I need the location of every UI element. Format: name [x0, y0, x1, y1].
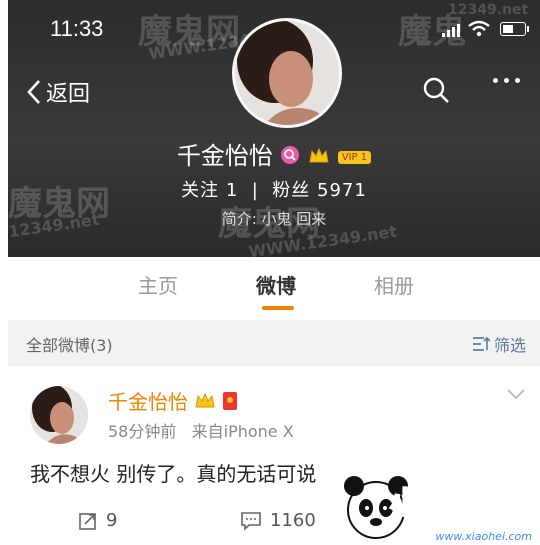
tab-weibo[interactable]: 微博: [256, 270, 296, 299]
profile-header: 魔鬼网 WWW.12349.net 魔鬼 12349.net 魔鬼网 12349…: [8, 0, 540, 257]
filter-icon: [472, 336, 490, 351]
filter-label: 筛选: [493, 336, 526, 355]
post-author-row: 千金怡怡: [108, 386, 238, 415]
comment-button[interactable]: 1160: [240, 510, 316, 531]
all-posts-label[interactable]: 全部微博(3): [26, 332, 113, 356]
vip-level-badge: VIP 1: [337, 150, 372, 164]
search-icon[interactable]: [422, 76, 450, 104]
fans-label[interactable]: 粉丝: [272, 180, 310, 201]
tab-album[interactable]: 相册: [374, 270, 414, 299]
profile-stats: 关注 1 | 粉丝 5971: [181, 180, 367, 201]
filter-button[interactable]: 筛选: [472, 332, 526, 356]
wifi-icon: [468, 20, 490, 37]
filter-bar: 全部微博(3) 筛选: [8, 320, 540, 366]
vip-crown-icon: [308, 143, 330, 171]
repost-count: 9: [106, 510, 118, 531]
more-icon[interactable]: [493, 78, 520, 83]
corner-logo-url: www.xiaohei.com: [435, 530, 532, 543]
profile-tabs: 主页 微博 相册: [0, 270, 540, 314]
profile-name: 千金怡怡: [176, 142, 273, 170]
repost-button[interactable]: 9: [78, 510, 117, 531]
corner-logo: 小黑游戏 www.xiaohei.com: [340, 470, 540, 545]
post-source: 来自iPhone X: [191, 422, 294, 441]
follow-count[interactable]: 1: [226, 180, 238, 201]
post-meta: 58分钟前 来自iPhone X: [108, 418, 294, 442]
verified-search-icon: [280, 143, 300, 171]
battery-icon: [500, 22, 529, 36]
post-avatar[interactable]: [30, 386, 88, 444]
vip-crown-icon: [195, 392, 215, 407]
post-author[interactable]: 千金怡怡: [108, 386, 188, 415]
tab-home[interactable]: 主页: [138, 270, 178, 299]
chevron-left-icon: [27, 80, 40, 104]
back-button[interactable]: 返回: [26, 76, 90, 108]
repost-icon: [79, 512, 96, 530]
profile-name-row: 千金怡怡 VIP 1: [8, 136, 540, 171]
red-envelope-icon: [223, 391, 237, 410]
comment-count: 1160: [270, 510, 316, 531]
back-label: 返回: [46, 82, 91, 107]
status-time: 11:33: [50, 16, 104, 41]
profile-bio: 简介: 小鬼 回来: [221, 210, 327, 228]
comment-icon: [241, 511, 261, 531]
active-tab-indicator: [262, 306, 294, 310]
post-text: 我不想火 别传了。真的无话可说: [30, 462, 317, 486]
profile-avatar[interactable]: [232, 18, 342, 128]
post-time: 58分钟前: [108, 422, 177, 441]
fans-count[interactable]: 5971: [317, 180, 367, 201]
signal-icon: [442, 24, 460, 37]
follow-label[interactable]: 关注: [181, 180, 219, 201]
chevron-down-icon[interactable]: [506, 388, 526, 400]
corner-logo-text: 小黑游戏: [389, 485, 511, 522]
